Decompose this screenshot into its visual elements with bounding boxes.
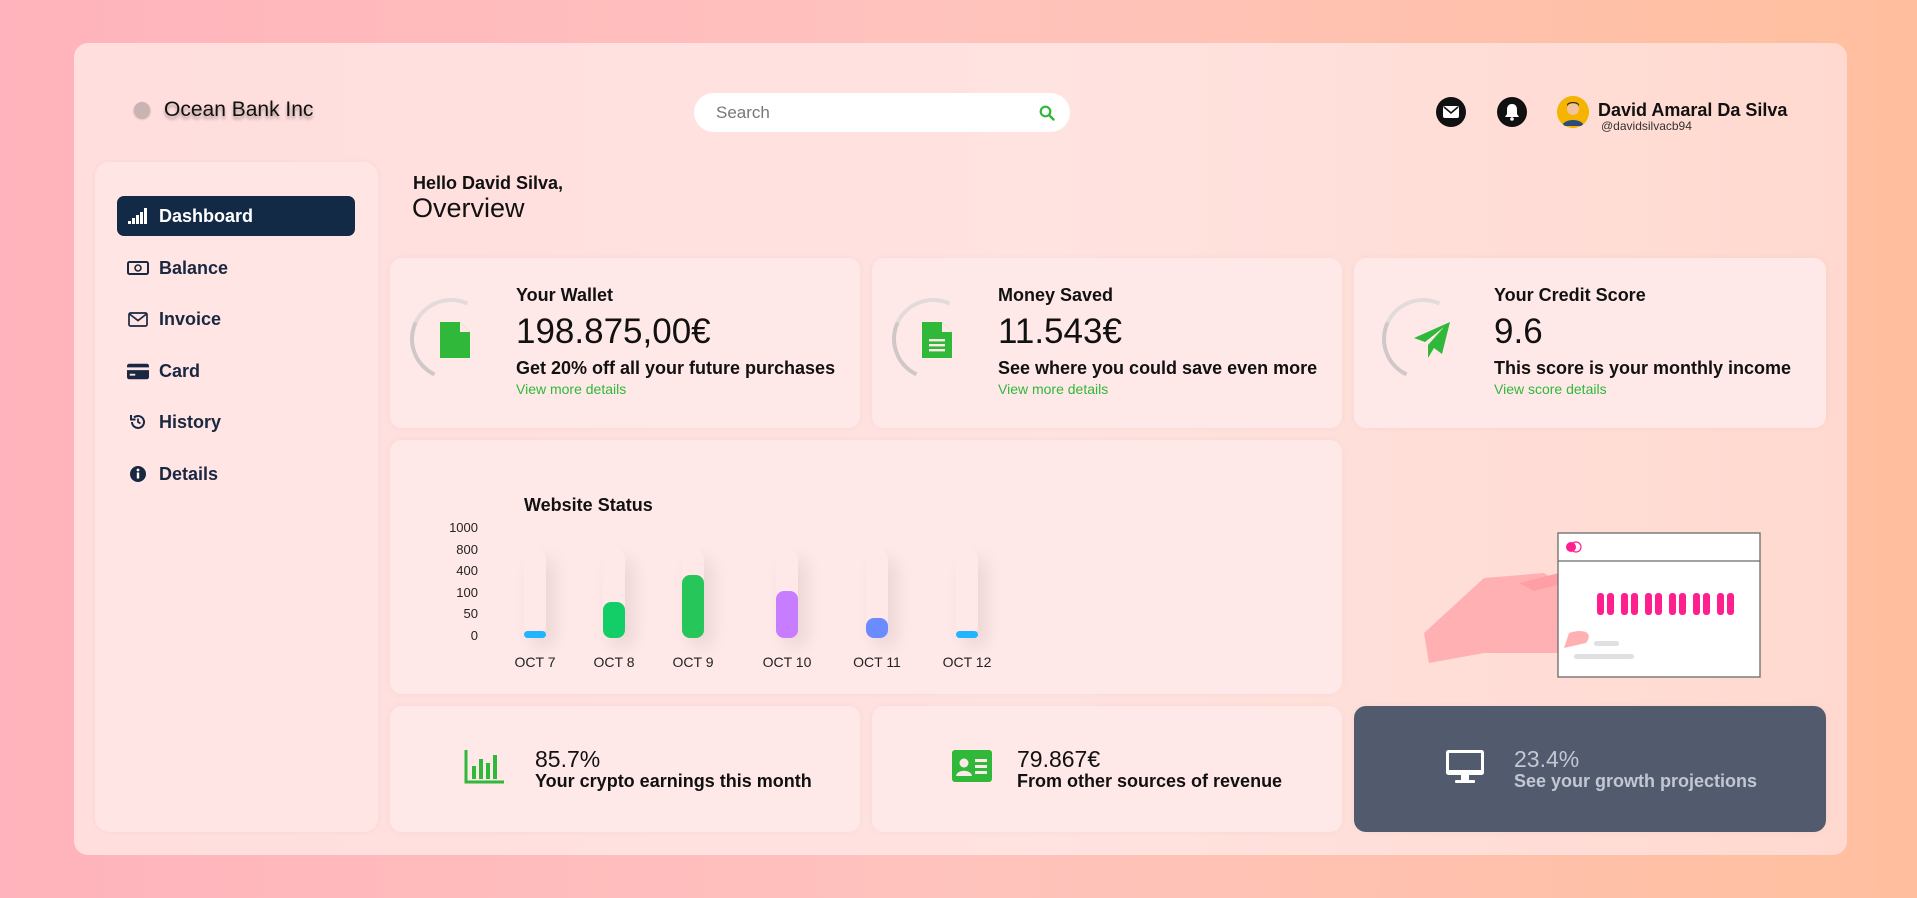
x-tick-label: OCT 7 — [514, 654, 556, 670]
crypto-description: Your crypto earnings this month — [535, 771, 812, 791]
bar[interactable] — [682, 575, 704, 638]
y-tick-label: 400 — [456, 563, 478, 578]
y-tick-label: 800 — [456, 541, 478, 557]
user-name[interactable]: David Amaral Da Silva — [1598, 100, 1787, 121]
sidebar-item-card[interactable]: Card — [117, 351, 355, 391]
sidebar-item-label: Dashboard — [159, 205, 254, 226]
bar-chart-icon — [464, 750, 504, 789]
sidebar-item-label: Balance — [159, 257, 229, 278]
bar[interactable] — [776, 591, 798, 638]
growth-value: 23.4% — [1514, 746, 1580, 772]
paper-plane-icon — [1414, 322, 1450, 358]
view-score-link[interactable]: View score details — [1494, 381, 1607, 397]
stat-description: See where you could save even more — [998, 358, 1318, 378]
revenue-value: 79.867€ — [1017, 746, 1101, 772]
bar[interactable] — [603, 602, 625, 638]
growth-description: See your growth projections — [1514, 771, 1758, 791]
sidebar-item-invoice[interactable]: Invoice — [117, 299, 355, 339]
app-window: Ocean Bank Inc David Amaral Da Silva @da… — [74, 43, 1847, 855]
y-tick-label: 50 — [463, 606, 478, 621]
x-tick-label: OCT 11 — [853, 654, 901, 670]
revenue-description: From other sources of revenue — [1017, 771, 1283, 791]
x-tick-label: OCT 9 — [672, 654, 714, 670]
sidebar-item-details[interactable]: Details — [117, 454, 355, 494]
bar-track — [956, 548, 978, 638]
wallet-card[interactable]: Your Wallet 198.875,00€ Get 20% off all … — [390, 258, 860, 428]
credit-card-icon — [127, 361, 149, 381]
y-tick-label: 1000 — [449, 520, 478, 535]
sidebar: Dashboard Balance Invoice Card History D… — [95, 162, 378, 832]
crypto-earnings-card[interactable]: 85.7% Your crypto earnings this month — [390, 706, 860, 832]
bell-icon[interactable] — [1497, 97, 1527, 127]
view-details-link[interactable]: View more details — [516, 381, 626, 397]
credit-score-card[interactable]: Your Credit Score 9.6 This score is your… — [1354, 258, 1826, 428]
desktop-icon — [1446, 750, 1484, 789]
bar[interactable] — [866, 618, 888, 638]
stat-description: Get 20% off all your future purchases — [516, 358, 836, 378]
search-input[interactable] — [716, 102, 1038, 123]
sidebar-item-dashboard[interactable]: Dashboard — [117, 196, 355, 236]
website-status-card: Website Status 1000 800 400 100 50 0 OCT 7 OCT … — [390, 440, 1342, 694]
y-tick-label: 0 — [470, 627, 478, 643]
bar-track — [682, 548, 704, 638]
bar-track — [524, 548, 546, 638]
signal-bars-icon — [127, 206, 149, 226]
page-title: Overview — [412, 193, 525, 223]
bar-track — [866, 548, 888, 638]
chart-title: Website Status — [524, 495, 653, 515]
stat-value: 11.543€ — [998, 312, 1122, 351]
view-details-link[interactable]: View more details — [998, 381, 1108, 397]
stat-value: 198.875,00€ — [516, 312, 711, 351]
bar[interactable] — [524, 630, 546, 638]
stat-description: This score is your monthly income — [1494, 358, 1792, 378]
avatar[interactable] — [1557, 96, 1589, 128]
x-tick-label: OCT 12 — [942, 654, 992, 670]
brand-name: Ocean Bank Inc — [164, 98, 314, 121]
user-handle: @davidsilvacb94 — [1601, 119, 1692, 133]
x-tick-label: OCT 10 — [762, 654, 812, 670]
hand-tablet-illustration — [1414, 483, 1814, 683]
search-icon[interactable] — [1038, 104, 1056, 122]
info-circle-icon — [127, 464, 149, 484]
other-revenue-card[interactable]: 79.867€ From other sources of revenue — [872, 706, 1342, 832]
x-tick-label: OCT 8 — [593, 654, 635, 670]
file-icon — [440, 322, 472, 358]
brand[interactable]: Ocean Bank Inc — [134, 98, 313, 122]
bar-track — [776, 548, 798, 638]
greeting-text: Hello David Silva, — [413, 173, 564, 193]
y-tick-label: 100 — [456, 584, 478, 600]
envelope-icon — [127, 309, 149, 329]
bar[interactable] — [956, 630, 978, 638]
sidebar-item-label: Card — [159, 360, 201, 381]
stat-title: Money Saved — [998, 285, 1114, 305]
sidebar-item-label: Invoice — [159, 308, 222, 329]
mail-icon[interactable] — [1436, 97, 1466, 127]
sidebar-item-label: History — [159, 411, 222, 432]
money-saved-card[interactable]: Money Saved 11.543€ See where you could … — [872, 258, 1342, 428]
file-text-icon — [922, 322, 954, 358]
history-icon — [127, 412, 149, 432]
money-bill-icon — [127, 258, 149, 278]
sidebar-item-history[interactable]: History — [117, 402, 355, 442]
crypto-value: 85.7% — [535, 746, 601, 772]
search-bar — [694, 93, 1070, 132]
sidebar-item-balance[interactable]: Balance — [117, 248, 355, 288]
bar-track — [603, 548, 625, 638]
sidebar-item-label: Details — [159, 463, 219, 484]
stat-title: Your Wallet — [516, 285, 614, 305]
stat-title: Your Credit Score — [1494, 285, 1646, 305]
bank-logo-icon — [134, 102, 150, 118]
stat-value: 9.6 — [1494, 312, 1543, 351]
growth-projections-card[interactable]: 23.4% See your growth projections — [1354, 706, 1826, 832]
id-card-icon — [952, 750, 992, 787]
